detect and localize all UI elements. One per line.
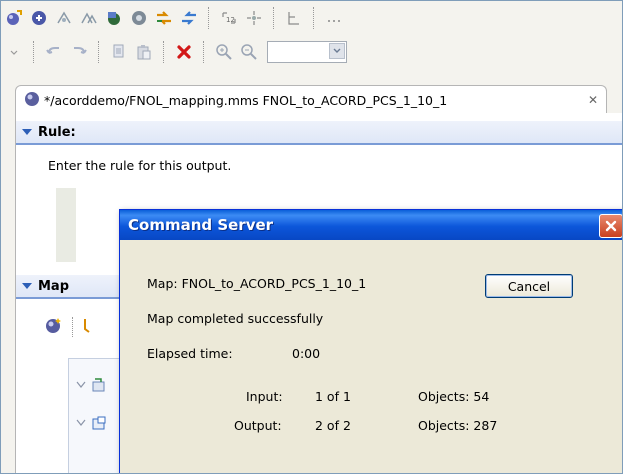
- output-count: 2 of 2: [315, 418, 351, 433]
- elapsed-time-label: Elapsed time:: [147, 346, 233, 361]
- toolbar-separator: [208, 7, 210, 29]
- tree-row[interactable]: [75, 411, 107, 437]
- map-section-header[interactable]: Map: [16, 275, 126, 299]
- chevron-down-icon[interactable]: [329, 43, 345, 59]
- rule-section-header[interactable]: Rule:: [16, 121, 622, 145]
- delete-icon[interactable]: [173, 41, 195, 63]
- input-objects: Objects: 54: [418, 389, 490, 404]
- toolbar-separator: [203, 41, 205, 63]
- toolbar-separator: [98, 41, 100, 63]
- rule-hint-text: Enter the rule for this output.: [48, 158, 232, 173]
- input-count: 1 of 1: [315, 389, 351, 404]
- editor-tab-title: */acorddemo/FNOL_mapping.mms FNOL_to_ACO…: [44, 92, 448, 108]
- output-label: Output:: [234, 418, 282, 433]
- edit-toolbar: [3, 37, 347, 67]
- dropdown-arrow-icon[interactable]: [3, 41, 25, 63]
- status-text: Map completed successfully: [147, 311, 324, 326]
- elapsed-time-value: 0:00: [292, 346, 321, 361]
- zoom-combo[interactable]: [267, 41, 347, 63]
- redo-icon[interactable]: [68, 41, 90, 63]
- backward-icon[interactable]: [178, 7, 200, 29]
- run-all-icon[interactable]: [28, 7, 50, 29]
- command-server-dialog: Command Server Map: FNOL_to_ACORD_PCS_1_…: [119, 209, 622, 473]
- tree-icon[interactable]: [283, 7, 305, 29]
- collapse-triangle-icon[interactable]: [22, 283, 32, 289]
- tree-expand-icon[interactable]: [75, 379, 87, 393]
- map-toolbar: [44, 315, 94, 338]
- toolbar-separator: [273, 7, 275, 29]
- toolbar-separator: [313, 7, 315, 29]
- dialog-close-button[interactable]: [599, 214, 622, 238]
- toolbar-separator: [163, 41, 165, 63]
- map-file-icon: [24, 91, 40, 110]
- map-name-text: Map: FNOL_to_ACORD_PCS_1_10_1: [147, 276, 367, 291]
- paste-icon[interactable]: [133, 41, 155, 63]
- output-objects: Objects: 287: [418, 418, 498, 433]
- deploy-icon[interactable]: [103, 7, 125, 29]
- build-icon[interactable]: [53, 7, 75, 29]
- run-map-icon[interactable]: [3, 7, 25, 29]
- zoom-in-icon[interactable]: [213, 41, 235, 63]
- dialog-title: Command Server: [128, 216, 274, 234]
- editor-tab[interactable]: */acorddemo/FNOL_mapping.mms FNOL_to_ACO…: [15, 85, 607, 114]
- main-toolbar: 12: [3, 3, 345, 33]
- close-icon: [605, 220, 617, 232]
- tree-expand-icon[interactable]: [75, 417, 87, 431]
- rule-section-label: Rule:: [38, 124, 76, 140]
- input-label: Input:: [246, 389, 283, 404]
- build-all-icon[interactable]: [78, 7, 100, 29]
- collapse-icon[interactable]: [243, 7, 265, 29]
- cancel-button[interactable]: Cancel: [485, 274, 573, 298]
- collapse-triangle-icon[interactable]: [22, 129, 32, 135]
- add-card-icon[interactable]: [44, 315, 64, 338]
- forward-icon[interactable]: [153, 7, 175, 29]
- expand-icon[interactable]: 12: [218, 7, 240, 29]
- toolbar-separator: [33, 41, 35, 63]
- zoom-out-icon[interactable]: [238, 41, 260, 63]
- input-card-icon: [91, 377, 107, 396]
- output-card-icon: [91, 415, 107, 434]
- map-section-label: Map: [38, 278, 70, 294]
- toolbar-separator: [72, 316, 74, 337]
- link-icon[interactable]: [82, 315, 94, 338]
- settings-icon[interactable]: [128, 7, 150, 29]
- undo-icon[interactable]: [43, 41, 65, 63]
- copy-icon[interactable]: [108, 41, 130, 63]
- svg-text:12: 12: [226, 16, 235, 24]
- dialog-titlebar[interactable]: Command Server: [120, 210, 622, 240]
- rule-editor-area[interactable]: [56, 188, 76, 262]
- tree-row[interactable]: [75, 373, 107, 399]
- application-window: 12 */acorddemo/FNOL_mapping.mms FNOL_to_…: [0, 0, 623, 474]
- more-icon[interactable]: [323, 7, 345, 29]
- close-icon[interactable]: ✕: [588, 93, 598, 107]
